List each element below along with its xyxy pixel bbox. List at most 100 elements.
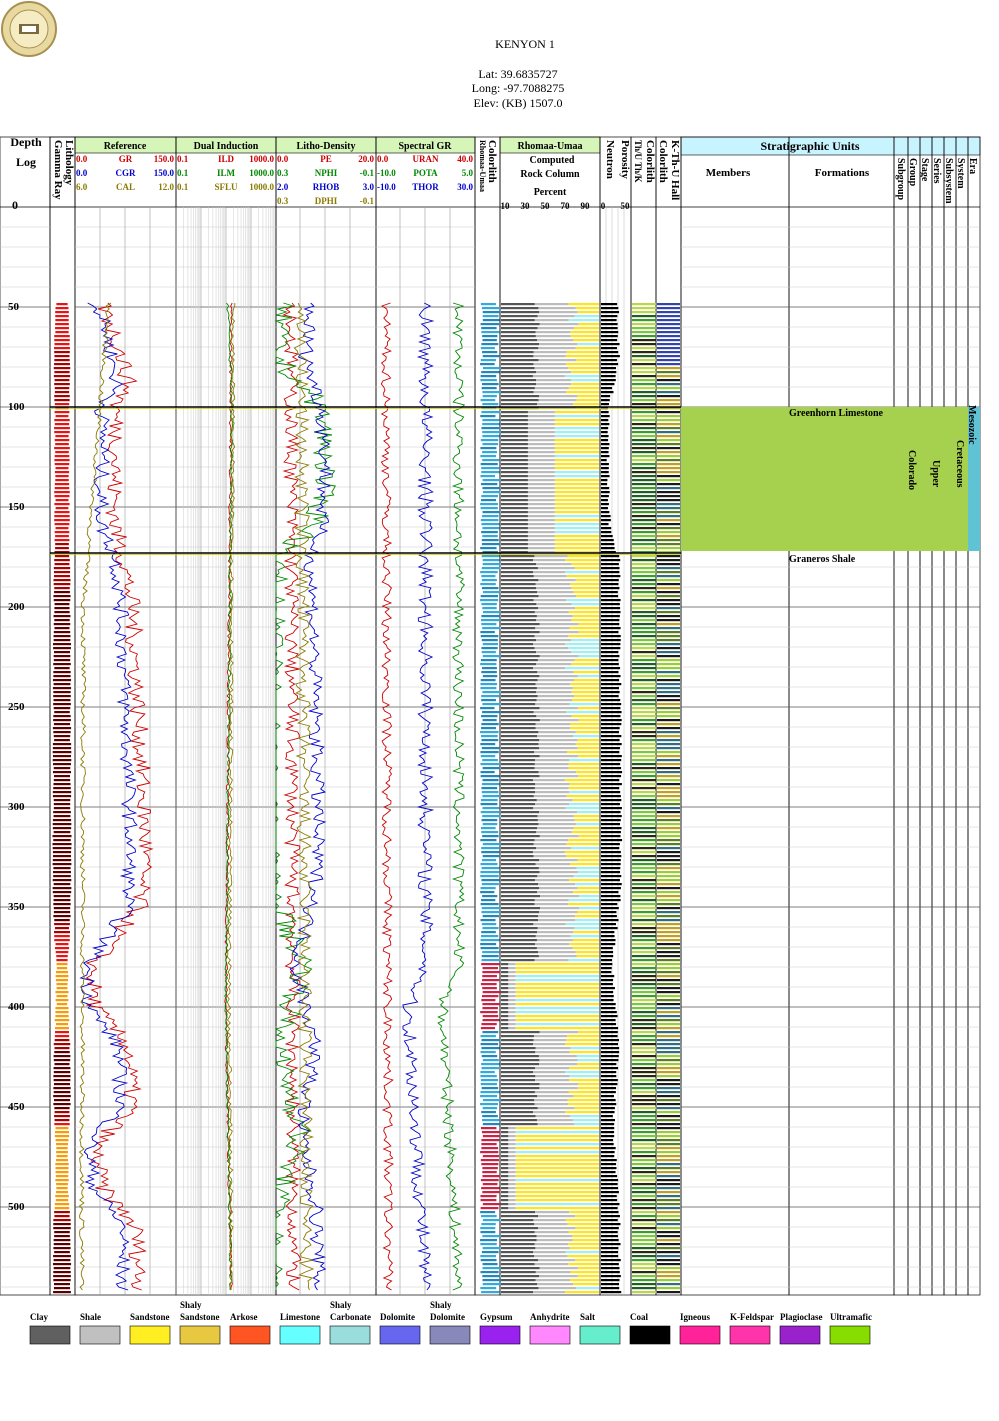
- thuk-band: [632, 1067, 656, 1070]
- rock-shale: [535, 863, 571, 866]
- khall-band: [657, 367, 680, 370]
- rock-sand: [578, 631, 599, 634]
- khall-band: [657, 567, 680, 570]
- rock-sand: [569, 1075, 599, 1078]
- khall-band: [657, 1031, 680, 1034]
- rock-shale: [508, 1131, 516, 1134]
- rock-shale: [533, 559, 566, 562]
- thuk-band: [632, 935, 656, 938]
- gamma-column-band: [54, 1035, 70, 1038]
- rock-shale: [534, 751, 568, 754]
- rock-clay: [501, 727, 536, 730]
- khall-band: [657, 1119, 680, 1122]
- neutron-fill: [601, 975, 615, 978]
- rock-clay: [501, 379, 537, 382]
- rock-shale: [527, 423, 555, 426]
- gamma-column-band: [53, 1095, 71, 1098]
- rock-clay: [501, 339, 538, 342]
- rock-shale: [527, 527, 555, 530]
- khall-band: [657, 935, 680, 938]
- thuk-band: [632, 995, 656, 998]
- neutron-fill: [601, 1147, 616, 1150]
- colorlith-band: [482, 1019, 500, 1022]
- gamma-column-band: [53, 703, 71, 706]
- gamma-column-band: [55, 435, 69, 438]
- khall-band: [657, 475, 680, 478]
- thuk-band: [632, 615, 656, 618]
- rock-sand: [571, 639, 599, 642]
- rock-clay: [501, 1267, 540, 1270]
- thuk-band: [632, 827, 656, 830]
- rock-clay: [501, 1151, 509, 1154]
- rock-sand: [554, 507, 599, 510]
- rock-sand: [570, 683, 599, 686]
- thuk-band: [632, 903, 656, 906]
- well-long: Long: -97.7088275: [472, 81, 565, 95]
- rock-sand: [565, 807, 599, 810]
- gamma-column-band: [53, 815, 71, 818]
- neutron-fill: [601, 951, 614, 954]
- gamma-column-band: [53, 1275, 71, 1278]
- colorlith-band: [482, 855, 501, 858]
- legend-swatch: [329, 1325, 371, 1345]
- colorlith-band: [482, 355, 500, 358]
- rock-shale: [536, 1235, 573, 1238]
- rock-clay: [501, 1287, 539, 1290]
- rock-clay: [501, 819, 538, 822]
- rock-shale: [539, 1059, 578, 1062]
- colorlith-band: [480, 811, 500, 814]
- rock-clay: [501, 971, 509, 974]
- khall-band: [657, 1271, 680, 1274]
- gamma-column-band: [55, 315, 69, 318]
- khall-band: [657, 847, 680, 850]
- colorlith-band: [481, 959, 501, 962]
- rock-clay: [501, 879, 535, 882]
- rock-sand: [568, 903, 599, 906]
- colorlith-band: [480, 1051, 496, 1054]
- colorlith-band: [481, 723, 499, 726]
- rock-clay: [501, 1179, 509, 1182]
- rock-clay: [501, 783, 536, 786]
- rock-clay: [501, 955, 539, 958]
- thuk-band: [632, 515, 656, 518]
- rock-sand: [572, 939, 599, 942]
- gamma-column-band: [53, 907, 71, 910]
- rock-clay: [501, 1283, 538, 1286]
- colorlith-band: [481, 1291, 500, 1294]
- rock-shale: [508, 1167, 516, 1170]
- neutron-fill: [601, 575, 621, 578]
- gamma-column-band: [55, 991, 69, 994]
- depth-label: 300: [8, 801, 25, 813]
- thuk-band: [632, 459, 656, 462]
- khall-band: [657, 1107, 680, 1110]
- rock-sand: [573, 827, 599, 830]
- neutron-fill: [601, 347, 618, 350]
- rock-shale: [537, 875, 574, 878]
- rock-clay: [501, 463, 528, 466]
- neutron-fill: [601, 1211, 619, 1214]
- gamma-column-band: [55, 1163, 69, 1166]
- rock-clay: [501, 851, 533, 854]
- gamma-column-band: [52, 791, 72, 794]
- gamma-column-band: [54, 423, 70, 426]
- neutron-fill: [601, 1015, 618, 1018]
- neutron-fill: [601, 695, 619, 698]
- gamma-column-band: [53, 839, 71, 842]
- colorlith-band: [480, 1071, 495, 1074]
- khall-band: [657, 307, 680, 310]
- rock-sand: [571, 847, 599, 850]
- rock-shale: [536, 379, 572, 382]
- khall-band: [657, 455, 680, 458]
- rock-shale: [527, 539, 555, 542]
- neutron-fill: [601, 499, 608, 502]
- legend-label: Dolomite: [380, 1312, 415, 1322]
- gamma-column-band: [54, 335, 70, 338]
- gamma-column-band: [56, 967, 68, 970]
- rock-shale: [527, 511, 555, 514]
- gamma-column-band: [55, 415, 69, 418]
- khall-band: [657, 1211, 680, 1214]
- thuk-band: [632, 607, 656, 610]
- gamma-column-band: [53, 799, 71, 802]
- neutron-fill: [601, 1263, 619, 1266]
- strat-title: Stratigraphic Units: [761, 139, 860, 153]
